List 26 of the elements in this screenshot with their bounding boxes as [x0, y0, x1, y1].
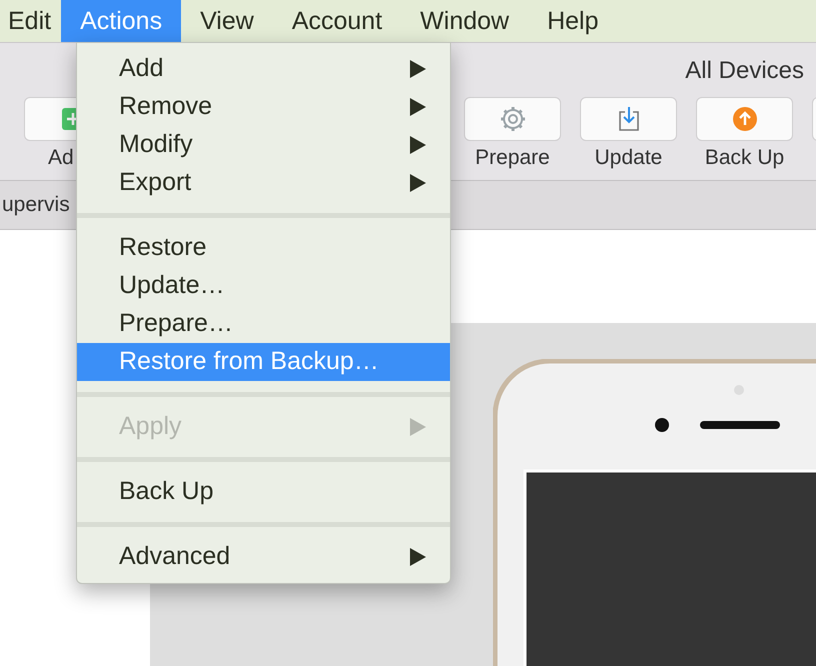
menu-item[interactable]: Prepare… — [77, 305, 450, 343]
upload-circle-icon — [732, 106, 758, 132]
toolbar-label: Update — [594, 147, 662, 168]
toolbar-title: All Devices — [685, 56, 804, 86]
menu-bar-item[interactable]: Edit — [0, 0, 62, 42]
toolbar-button[interactable] — [696, 97, 793, 141]
menu-item[interactable]: Restore — [77, 229, 450, 267]
menu-item[interactable]: Back Up — [77, 473, 450, 511]
menu-item[interactable]: Advanced — [77, 538, 450, 576]
toolbar-label: Prepare — [475, 147, 550, 168]
toolbar-button[interactable] — [464, 97, 561, 141]
toolbar-label: Back Up — [704, 147, 784, 168]
toolbar-label: Ad — [48, 147, 74, 168]
menu-bar-item[interactable]: View — [181, 0, 273, 42]
filter-text: upervis — [1, 192, 70, 218]
menu-bar-item[interactable]: Account — [272, 0, 402, 42]
menu-item[interactable]: Remove — [77, 88, 450, 126]
download-tray-icon — [616, 106, 640, 132]
menu-item[interactable]: Export — [77, 164, 450, 202]
menu-bar-item[interactable]: Help — [528, 0, 618, 42]
gear-icon — [498, 105, 526, 133]
menu-item[interactable]: Add — [77, 50, 450, 88]
menu-item[interactable]: Update… — [77, 267, 450, 305]
menu-bar-item[interactable]: Window — [401, 0, 528, 42]
menu-item[interactable]: Modify — [77, 126, 450, 164]
toolbar-button[interactable] — [580, 97, 677, 141]
